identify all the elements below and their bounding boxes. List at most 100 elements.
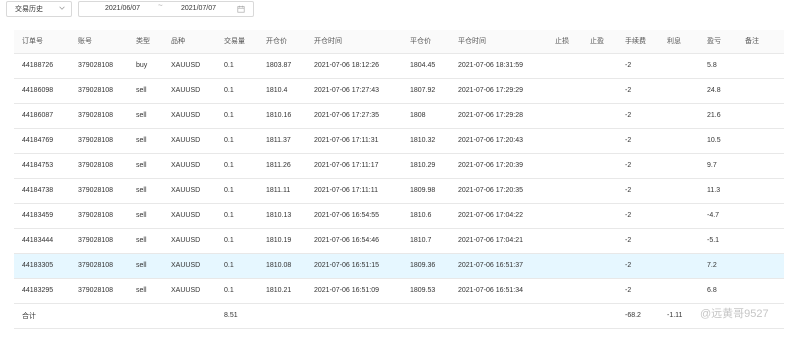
table-row[interactable]: 44188726 379028108 buy XAUUSD 0.1 1803.87 2021… xyxy=(14,53,784,78)
cell-close-price: 1807.92 xyxy=(410,87,436,94)
cell-symbol: XAUUSD xyxy=(171,287,201,294)
cell-account: 379028108 xyxy=(78,87,114,94)
cell-close-time: 2021-07-06 17:20:39 xyxy=(458,162,523,169)
cell-close-price: 1809.36 xyxy=(410,262,436,269)
date-separator: ~ xyxy=(158,1,163,10)
cell-remark xyxy=(737,103,784,128)
cell-close-time: 2021-07-06 17:20:43 xyxy=(458,137,523,144)
cell-stop-loss xyxy=(547,228,582,253)
cell-remark xyxy=(737,228,784,253)
cell-interest xyxy=(659,103,699,128)
table-row[interactable]: 44183305 379028108 sell XAUUSD 0.1 1810.08 202… xyxy=(14,253,784,278)
table-row[interactable]: 44183444 379028108 sell XAUUSD 0.1 1810.19 202… xyxy=(14,228,784,253)
cell-remark xyxy=(737,128,784,153)
col-type: 类型 xyxy=(128,30,163,54)
cell-account: 379028108 xyxy=(78,237,114,244)
cell-profit: 21.6 xyxy=(707,112,721,119)
cell-symbol: XAUUSD xyxy=(171,187,201,194)
filter-toolbar: 交易历史 2021/06/07 ~ 2021/07/07 xyxy=(0,0,800,24)
table-row[interactable]: 44183459 379028108 sell XAUUSD 0.1 1810.13 202… xyxy=(14,203,784,228)
col-volume: 交易量 xyxy=(216,30,258,54)
cell-type: sell xyxy=(136,187,147,194)
table-row[interactable]: 44184753 379028108 sell XAUUSD 0.1 1811.26 202… xyxy=(14,153,784,178)
cell-account: 379028108 xyxy=(78,162,114,169)
summary-row: 合计 8.51 -68.2 -1.11 xyxy=(14,303,784,328)
cell-take-profit xyxy=(582,178,617,203)
cell-profit: 6.8 xyxy=(707,287,717,294)
cell-symbol: XAUUSD xyxy=(171,112,201,119)
cell-take-profit xyxy=(582,278,617,303)
cell-open-price: 1810.4 xyxy=(266,87,288,94)
cell-close-price: 1808 xyxy=(410,112,426,119)
cell-open-time: 2021-07-06 16:51:09 xyxy=(314,287,379,294)
cell-symbol: XAUUSD xyxy=(171,62,201,69)
start-date-input[interactable]: 2021/06/07 xyxy=(105,5,140,12)
cell-symbol: XAUUSD xyxy=(171,212,201,219)
cell-interest xyxy=(659,153,699,178)
col-open-price: 开仓价 xyxy=(258,30,306,54)
cell-account: 379028108 xyxy=(78,287,114,294)
cell-profit: -5.1 xyxy=(707,237,720,244)
date-range-picker[interactable]: 2021/06/07 ~ 2021/07/07 xyxy=(78,1,254,17)
cell-open-time: 2021-07-06 17:27:43 xyxy=(314,87,379,94)
cell-order-id: 44183444 xyxy=(22,237,54,244)
cell-type: sell xyxy=(136,262,147,269)
cell-open-time: 2021-07-06 18:12:26 xyxy=(314,62,379,69)
summary-volume: 8.51 xyxy=(224,312,238,319)
cell-symbol: XAUUSD xyxy=(171,87,201,94)
cell-open-price: 1810.21 xyxy=(266,287,292,294)
cell-open-time: 2021-07-06 17:11:11 xyxy=(314,187,378,194)
cell-account: 379028108 xyxy=(78,112,114,119)
cell-open-time: 2021-07-06 16:54:46 xyxy=(314,237,379,244)
cell-order-id: 44183305 xyxy=(22,262,54,269)
watermark: @远黄哥9527 xyxy=(700,308,769,320)
history-type-select[interactable]: 交易历史 xyxy=(6,1,72,17)
cell-volume: 0.1 xyxy=(224,237,234,244)
cell-volume: 0.1 xyxy=(224,187,234,194)
cell-take-profit xyxy=(582,53,617,78)
cell-open-price: 1810.16 xyxy=(266,112,292,119)
cell-close-price: 1810.7 xyxy=(410,237,432,244)
col-account: 账号 xyxy=(70,30,128,54)
cell-close-price: 1810.6 xyxy=(410,212,432,219)
cell-type: sell xyxy=(136,137,147,144)
table-row[interactable]: 44184769 379028108 sell XAUUSD 0.1 1811.37 202… xyxy=(14,128,784,153)
table-row[interactable]: 44184738 379028108 sell XAUUSD 0.1 1811.11 202… xyxy=(14,178,784,203)
cell-order-id: 44184769 xyxy=(22,137,54,144)
calendar-icon[interactable] xyxy=(237,5,245,13)
history-type-value: 交易历史 xyxy=(15,6,43,13)
cell-profit: 9.7 xyxy=(707,162,717,169)
cell-open-price: 1811.37 xyxy=(266,137,291,144)
trade-history-table: 订单号 账号 类型 品种 交易量 开仓价 开仓时间 平仓价 平仓时间 止损 止盈… xyxy=(14,30,784,329)
cell-close-price: 1810.32 xyxy=(410,137,436,144)
col-close-price: 平仓价 xyxy=(402,30,450,54)
table-row[interactable]: 44186087 379028108 sell XAUUSD 0.1 1810.16 202… xyxy=(14,103,784,128)
cell-type: buy xyxy=(136,62,148,69)
cell-fee: -2 xyxy=(625,237,632,244)
table-row[interactable]: 44186098 379028108 sell XAUUSD 0.1 1810.4 2021… xyxy=(14,78,784,103)
summary-label: 合计 xyxy=(22,312,36,320)
cell-type: sell xyxy=(136,287,147,294)
cell-fee: -2 xyxy=(625,212,632,219)
cell-fee: -2 xyxy=(625,262,632,269)
cell-account: 379028108 xyxy=(78,62,114,69)
cell-open-price: 1810.19 xyxy=(266,237,292,244)
chevron-down-icon xyxy=(59,6,65,10)
cell-symbol: XAUUSD xyxy=(171,162,201,169)
cell-take-profit xyxy=(582,203,617,228)
cell-volume: 0.1 xyxy=(224,112,234,119)
cell-order-id: 44184753 xyxy=(22,162,54,169)
cell-stop-loss xyxy=(547,278,582,303)
cell-fee: -2 xyxy=(625,62,632,69)
cell-symbol: XAUUSD xyxy=(171,262,201,269)
cell-fee: -2 xyxy=(625,112,632,119)
cell-remark xyxy=(737,153,784,178)
table-row[interactable]: 44183295 379028108 sell XAUUSD 0.1 1810.21 202… xyxy=(14,278,784,303)
cell-volume: 0.1 xyxy=(224,137,234,144)
summary-fee: -68.2 xyxy=(625,312,641,319)
cell-interest xyxy=(659,178,699,203)
table-header-row: 订单号 账号 类型 品种 交易量 开仓价 开仓时间 平仓价 平仓时间 止损 止盈… xyxy=(14,30,784,54)
cell-account: 379028108 xyxy=(78,137,114,144)
end-date-input[interactable]: 2021/07/07 xyxy=(181,5,216,12)
cell-open-time: 2021-07-06 16:51:15 xyxy=(314,262,379,269)
